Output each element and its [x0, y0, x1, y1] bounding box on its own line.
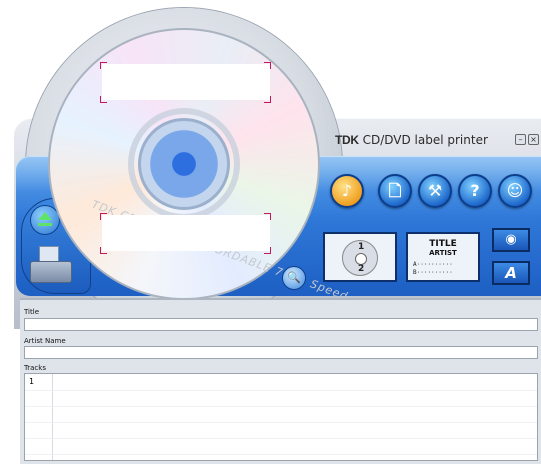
title-label: Title	[24, 308, 40, 316]
top-text-area[interactable]	[102, 64, 270, 100]
track-number-column	[25, 374, 53, 460]
layout-number-1: 1	[358, 242, 365, 252]
font-button[interactable]: A	[492, 261, 530, 285]
crop-mark	[100, 247, 107, 254]
crop-mark	[264, 213, 271, 220]
list-item[interactable]	[25, 390, 537, 391]
help-icon[interactable]: ?	[458, 174, 492, 208]
close-button[interactable]: ×	[528, 134, 539, 145]
app-title: CD/DVD label printer	[362, 133, 488, 147]
crop-mark	[264, 62, 271, 69]
layout-rows: A·········· B··········	[413, 261, 453, 276]
layout-artist: ARTIST	[429, 249, 457, 257]
artist-label: Artist Name	[24, 337, 66, 345]
disc-hub	[138, 118, 230, 210]
wrench-icon[interactable]: ⚒	[418, 174, 452, 208]
zoom-icon[interactable]: 🔍	[282, 266, 306, 290]
new-document-icon[interactable]: 🗋	[378, 174, 412, 208]
list-item[interactable]	[25, 422, 537, 423]
tracks-list[interactable]: 1	[24, 373, 538, 461]
window-title: TDK CD/DVD label printer	[335, 133, 488, 147]
artist-field[interactable]	[24, 346, 538, 359]
list-item[interactable]	[25, 406, 537, 407]
disc-layout-button[interactable]: 1 2	[323, 232, 397, 282]
print-button[interactable]	[30, 246, 74, 286]
eye-icon[interactable]: ◉	[492, 228, 530, 252]
layout-number-2: 2	[358, 264, 365, 274]
printer-icon	[30, 261, 72, 283]
brand-logo: TDK	[335, 133, 359, 147]
text-layout-button[interactable]: TITLE ARTIST A·········· B··········	[406, 232, 480, 282]
person-icon[interactable]: ☺	[498, 174, 532, 208]
crop-mark	[264, 247, 271, 254]
list-item[interactable]	[25, 438, 537, 439]
crop-mark	[100, 96, 107, 103]
title-field[interactable]	[24, 318, 538, 331]
crop-mark	[100, 62, 107, 69]
layout-title: TITLE	[429, 239, 457, 249]
list-item[interactable]	[25, 454, 537, 455]
bottom-text-area[interactable]	[102, 215, 270, 251]
app-window: TDK CD/DVD label printer – × TDK CD-R80 …	[0, 0, 541, 464]
minimize-button[interactable]: –	[515, 134, 526, 145]
crop-mark	[264, 96, 271, 103]
music-note-icon[interactable]: ♪	[330, 174, 364, 208]
crop-mark	[100, 213, 107, 220]
tracks-label: Tracks	[24, 364, 46, 372]
track-number: 1	[29, 377, 35, 386]
